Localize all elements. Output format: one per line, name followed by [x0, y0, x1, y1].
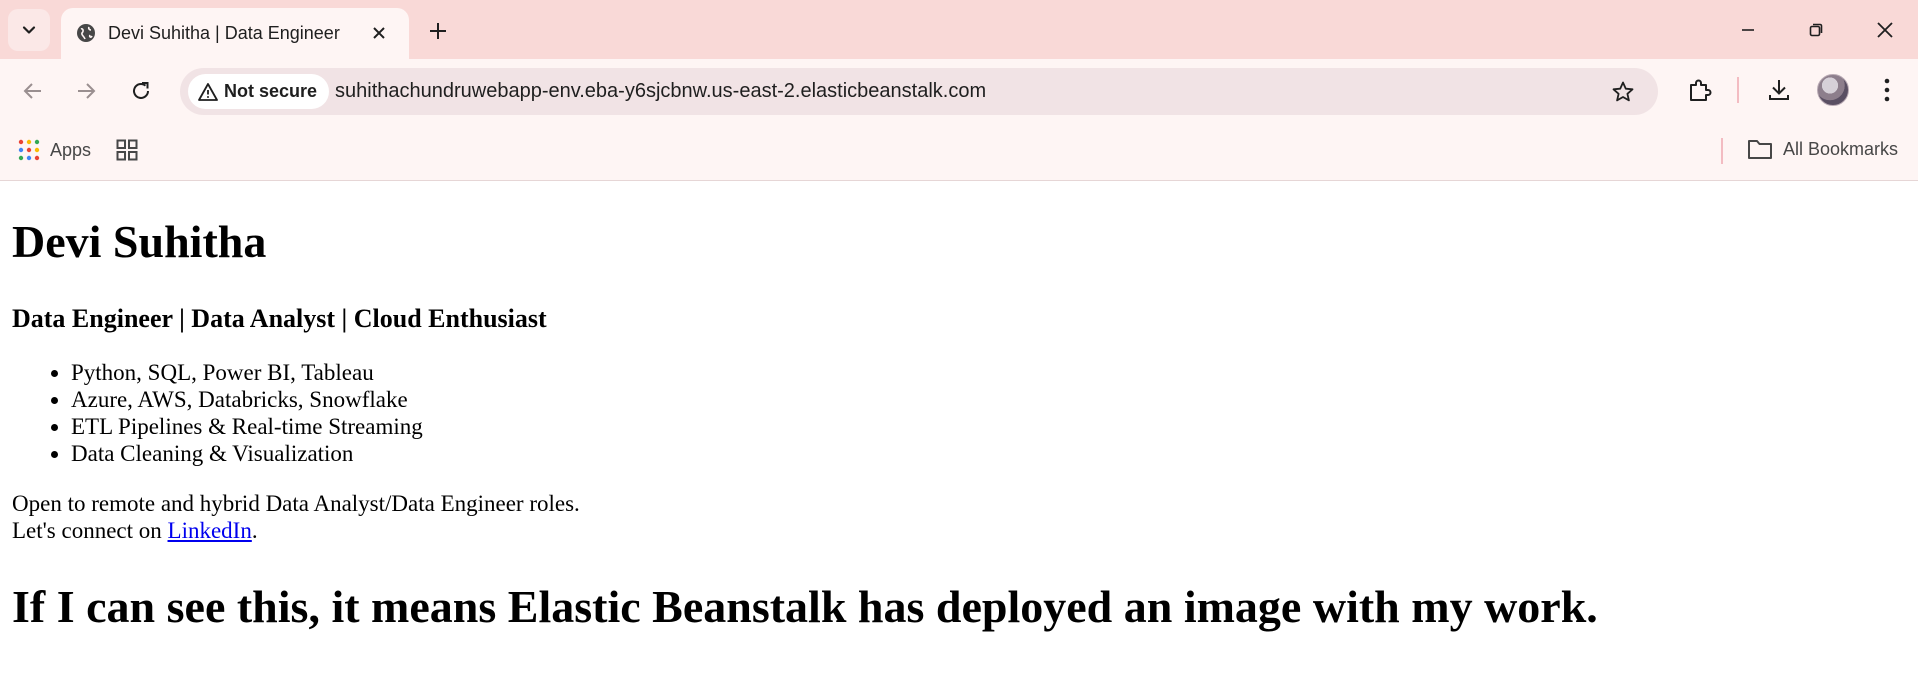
bookmarks-bar: Apps All Bookmarks: [0, 122, 1918, 181]
list-item: ETL Pipelines & Real-time Streaming: [71, 413, 1906, 440]
page-content: Devi Suhitha Data Engineer | Data Analys…: [0, 216, 1918, 633]
tab-title: Devi Suhitha | Data Engineer: [108, 23, 340, 43]
minimize-icon: [1742, 29, 1754, 31]
close-tab-button[interactable]: [366, 20, 392, 46]
list-item: Azure, AWS, Databricks, Snowflake: [71, 386, 1906, 413]
back-icon: [23, 83, 41, 99]
toolbar: Not secure suhithachundruwebapp-env.eba-…: [0, 59, 1918, 122]
address-bar[interactable]: Not secure suhithachundruwebapp-env.eba-…: [180, 68, 1658, 115]
all-bookmarks-button[interactable]: All Bookmarks: [1747, 138, 1898, 160]
menu-button[interactable]: [1870, 73, 1904, 107]
restore-button[interactable]: [1800, 14, 1832, 46]
profile-button[interactable]: [1816, 73, 1850, 107]
restore-icon: [1809, 23, 1823, 37]
page-title: Devi Suhitha: [12, 216, 267, 267]
connect-suffix: .: [251, 518, 258, 544]
tab-search-button[interactable]: [8, 9, 50, 51]
folder-icon: [1747, 140, 1772, 159]
connect-text: Let's connect on: [12, 518, 168, 544]
apps-label: Apps: [50, 139, 92, 160]
tab-groups-icon: [116, 139, 138, 161]
download-icon: [1769, 80, 1789, 100]
close-icon: [373, 27, 385, 39]
star-icon: [1612, 81, 1634, 102]
toolbar-divider: [1737, 77, 1739, 103]
linkedin-link[interactable]: LinkedIn: [168, 518, 252, 543]
role-heading: Data Engineer | Data Analyst | Cloud Ent…: [12, 303, 547, 333]
new-tab-button[interactable]: [423, 16, 453, 46]
deploy-message: If I can see this, it means Elastic Bean…: [12, 581, 1598, 633]
apps-bookmark[interactable]: Apps: [18, 139, 91, 161]
url-text[interactable]: suhithachundruwebapp-env.eba-y6sjcbnw.us…: [335, 80, 986, 103]
chevron-down-icon: [22, 26, 36, 34]
close-window-button[interactable]: [1869, 14, 1901, 46]
downloads-button[interactable]: [1762, 73, 1796, 107]
warning-icon: [198, 82, 218, 101]
forward-button[interactable]: [70, 75, 102, 107]
extensions-button[interactable]: [1683, 73, 1717, 107]
tab-groups-button[interactable]: [116, 139, 138, 166]
availability-text: Open to remote and hybrid Data Analyst/D…: [12, 491, 580, 517]
globe-icon: [73, 20, 99, 46]
title-bar: Devi Suhitha | Data Engineer: [0, 0, 1918, 59]
security-label: Not secure: [224, 81, 318, 101]
back-button[interactable]: [17, 75, 49, 107]
more-vert-icon: [1884, 78, 1890, 102]
bookmarks-divider: [1721, 138, 1723, 164]
forward-icon: [78, 83, 96, 99]
extensions-icon: [1690, 79, 1712, 101]
list-item: Python, SQL, Power BI, Tableau: [71, 359, 1906, 386]
skills-list: Python, SQL, Power BI, Tableau Azure, AW…: [12, 359, 1906, 467]
reload-icon: [133, 82, 149, 99]
site-info-chip[interactable]: Not secure: [188, 74, 330, 109]
reload-button[interactable]: [125, 75, 157, 107]
contact-paragraph: Open to remote and hybrid Data Analyst/D…: [12, 490, 1906, 544]
bookmark-star-button[interactable]: [1608, 77, 1638, 107]
active-tab[interactable]: Devi Suhitha | Data Engineer: [61, 8, 409, 59]
avatar: [1817, 74, 1849, 106]
close-window-icon: [1877, 22, 1893, 38]
apps-grid-icon: [18, 139, 40, 161]
plus-icon: [430, 23, 446, 39]
list-item: Data Cleaning & Visualization: [71, 440, 1906, 467]
all-bookmarks-label: All Bookmarks: [1782, 138, 1898, 159]
minimize-button[interactable]: [1732, 14, 1764, 46]
